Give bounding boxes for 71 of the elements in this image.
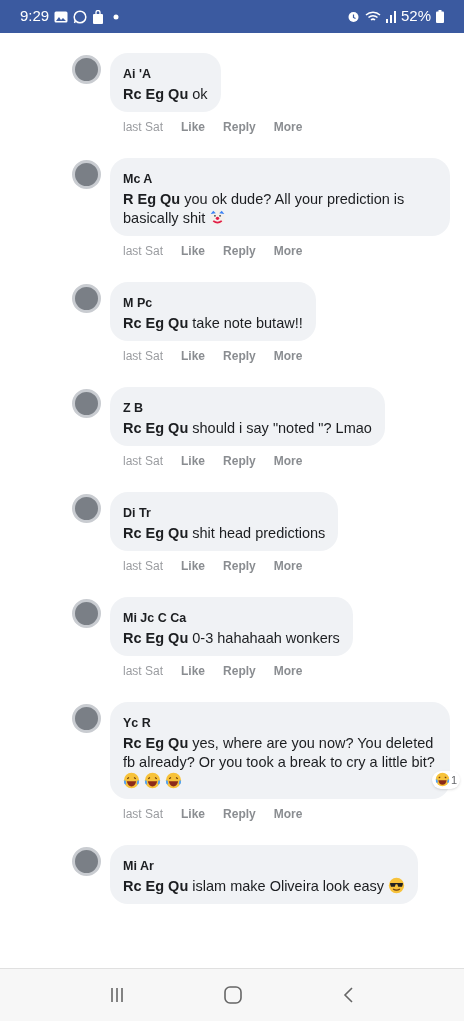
comment-action-link[interactable]: More bbox=[273, 662, 303, 680]
avatar[interactable] bbox=[72, 494, 101, 523]
author-name[interactable]: Mc A bbox=[123, 171, 153, 188]
battery-percent: 52% bbox=[400, 6, 431, 27]
bag-icon bbox=[92, 9, 105, 24]
avatar[interactable] bbox=[72, 704, 101, 733]
comment-text: Rc Eg Qu shit head predictions bbox=[123, 524, 326, 543]
avatar[interactable] bbox=[72, 599, 101, 628]
author-name[interactable]: M Pc bbox=[123, 295, 153, 312]
comment-time: last Sat bbox=[123, 243, 164, 260]
laughing-face-icon bbox=[123, 772, 140, 789]
comment-action-link[interactable]: Reply bbox=[223, 347, 256, 365]
author-name[interactable]: Ai 'A bbox=[123, 66, 151, 83]
comment-action-link[interactable]: Reply bbox=[223, 452, 256, 470]
comment-text: Rc Eg Qu 0-3 hahahaah wonkers bbox=[123, 629, 340, 648]
comment-action-link[interactable]: Like bbox=[181, 347, 206, 365]
comment-time: last Sat bbox=[123, 119, 164, 136]
chat-bubble-icon bbox=[73, 9, 88, 24]
comment-action-link[interactable]: Like bbox=[181, 452, 206, 470]
clown-face-icon bbox=[209, 209, 227, 226]
author-name[interactable]: Z B bbox=[123, 400, 144, 417]
back-icon[interactable] bbox=[342, 986, 354, 1004]
author-name[interactable]: Mi Ar bbox=[123, 858, 154, 875]
alarm-icon bbox=[346, 10, 360, 23]
comment-action-link[interactable]: More bbox=[273, 452, 303, 470]
comment-action-link[interactable]: Reply bbox=[223, 242, 256, 260]
laughing-face-icon bbox=[144, 772, 162, 789]
comment-action-link[interactable]: More bbox=[273, 242, 303, 260]
comment-text: Rc Eg Qu ok bbox=[123, 85, 208, 104]
avatar[interactable] bbox=[72, 55, 101, 84]
recent-apps-icon[interactable] bbox=[110, 987, 124, 1003]
comment-action-link[interactable]: Like bbox=[181, 805, 206, 823]
comment-time: last Sat bbox=[123, 453, 164, 470]
comment-action-link[interactable]: Reply bbox=[223, 805, 256, 823]
author-name[interactable]: Di Tr bbox=[123, 505, 151, 522]
comment-action-link[interactable]: Reply bbox=[223, 557, 256, 575]
status-time: 9:29 bbox=[20, 6, 50, 27]
author-name[interactable]: Yc R bbox=[123, 715, 151, 732]
comment-time: last Sat bbox=[123, 558, 164, 575]
comment-action-link[interactable]: Like bbox=[181, 662, 206, 680]
comment-time: last Sat bbox=[123, 806, 164, 823]
comment-action-link[interactable]: More bbox=[273, 805, 303, 823]
comment-action-link[interactable]: Like bbox=[181, 118, 206, 136]
laughing-face-icon bbox=[165, 772, 183, 789]
dot-icon bbox=[113, 13, 120, 20]
avatar[interactable] bbox=[72, 160, 101, 189]
comment-action-link[interactable]: More bbox=[273, 347, 303, 365]
gallery-icon bbox=[54, 10, 69, 23]
comment-action-link[interactable]: Reply bbox=[223, 118, 256, 136]
home-icon[interactable] bbox=[224, 986, 242, 1004]
comment-action-link[interactable]: Like bbox=[181, 242, 206, 260]
comment-text: R Eg Qu you ok dude? All your prediction is basically shit bbox=[123, 190, 406, 228]
sunglasses-face-icon bbox=[388, 877, 406, 894]
author-name[interactable]: Mi Jc C Ca bbox=[123, 610, 187, 627]
avatar[interactable] bbox=[72, 847, 101, 876]
wifi-icon bbox=[364, 10, 381, 23]
signal-icon bbox=[385, 10, 396, 23]
comment-text: Rc Eg Qu islam make Oliveira look easy bbox=[123, 877, 406, 896]
comment-action-link[interactable]: More bbox=[273, 557, 303, 575]
haha-face-icon bbox=[434, 772, 450, 788]
comment-action-link[interactable]: Reply bbox=[223, 662, 256, 680]
comment-text: Rc Eg Qu should i say "noted "? Lmao bbox=[123, 419, 372, 438]
avatar[interactable] bbox=[72, 284, 101, 313]
comment-time: last Sat bbox=[123, 663, 164, 680]
comment-action-link[interactable]: More bbox=[273, 118, 303, 136]
avatar[interactable] bbox=[72, 389, 101, 418]
comment-time: last Sat bbox=[123, 348, 164, 365]
comment-action-link[interactable]: Like bbox=[181, 557, 206, 575]
battery-icon bbox=[436, 10, 444, 23]
reaction-count[interactable]: 1 bbox=[431, 770, 460, 789]
comment-text: Rc Eg Qu take note butaw!! bbox=[123, 314, 303, 333]
